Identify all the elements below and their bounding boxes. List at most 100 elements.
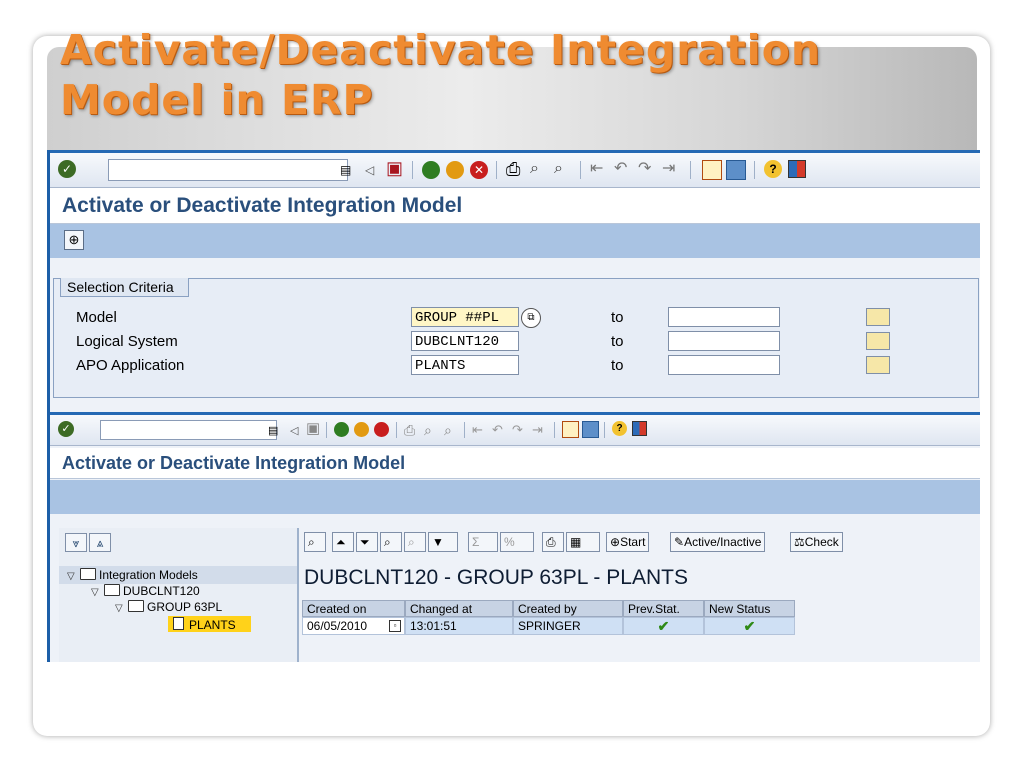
model-to-field[interactable]: [668, 307, 780, 327]
grid-caption: DUBCLNT120 - GROUP 63PL - PLANTS: [304, 566, 688, 589]
expanded-triangle-icon[interactable]: ▽: [115, 603, 126, 614]
subtotal-icon[interactable]: %: [500, 532, 534, 552]
find-next-icon-3[interactable]: ⌕: [404, 532, 426, 552]
details-icon[interactable]: ⌕: [304, 532, 326, 552]
print-icon-2[interactable]: ⎙: [404, 422, 415, 438]
new-session-icon[interactable]: [702, 160, 722, 180]
sap-window-result: ✓ ▤ ◁ ▣ ⎙ ⌕ ⌕ ⇤ ↶ ↷ ⇥ ? Activate or Deac…: [47, 412, 980, 662]
command-field-2[interactable]: [100, 420, 277, 440]
logical-system-to-label: to: [611, 333, 624, 350]
expanded-triangle-icon[interactable]: ▽: [67, 571, 78, 582]
new-session-icon-2[interactable]: [562, 421, 579, 438]
check-button[interactable]: ⚖Check: [790, 532, 843, 552]
last-page-icon-2[interactable]: ⇥: [532, 422, 543, 438]
application-toolbar-2: [50, 480, 980, 514]
back-icon[interactable]: [422, 161, 440, 179]
export-icon[interactable]: ▦: [566, 532, 600, 552]
command-history-icon-2[interactable]: ▤: [268, 423, 278, 439]
prev-status-check-icon: ✔: [657, 618, 670, 634]
find-icon-3[interactable]: ⌕: [380, 532, 402, 552]
command-field[interactable]: [108, 159, 348, 181]
left-triangle-icon[interactable]: ◁: [365, 162, 374, 178]
previous-page-icon-2[interactable]: ↶: [492, 422, 503, 438]
model-field[interactable]: GROUP ##PL: [411, 307, 519, 327]
expand-all-icon[interactable]: ⩔: [65, 533, 87, 552]
apo-application-multiple-selection-icon[interactable]: [866, 356, 890, 374]
new-status-check-icon: ✔: [743, 618, 756, 634]
help-icon[interactable]: ?: [764, 160, 782, 178]
exit-icon[interactable]: [446, 161, 464, 179]
start-button[interactable]: ⊕Start: [606, 532, 650, 552]
cell-new-status: ✔: [704, 617, 795, 635]
exit-icon-2[interactable]: [354, 422, 369, 437]
column-new-status[interactable]: New Status: [704, 600, 795, 617]
next-page-icon-2[interactable]: ↷: [512, 422, 523, 438]
cell-prev-status: ✔: [623, 617, 704, 635]
print-icon[interactable]: ⎙: [506, 160, 520, 178]
selection-criteria-title: Selection Criteria: [60, 278, 189, 297]
system-toolbar-2: ✓ ▤ ◁ ▣ ⎙ ⌕ ⌕ ⇤ ↶ ↷ ⇥ ?: [50, 412, 980, 446]
apo-application-label: APO Application: [76, 357, 185, 374]
logical-system-multiple-selection-icon[interactable]: [866, 332, 890, 350]
filter-icon[interactable]: ▼: [428, 532, 458, 552]
model-to-label: to: [611, 309, 624, 326]
column-changed-at[interactable]: Changed at: [405, 600, 513, 617]
document-icon: [173, 617, 184, 630]
previous-page-icon[interactable]: ↶: [614, 161, 627, 177]
execute-icon[interactable]: ⊕: [64, 230, 84, 250]
cancel-icon-2[interactable]: [374, 422, 389, 437]
sort-descending-icon[interactable]: ⏷: [356, 532, 378, 552]
find-next-icon[interactable]: ⌕: [554, 161, 563, 177]
find-icon[interactable]: ⌕: [530, 161, 539, 177]
apo-application-field[interactable]: PLANTS: [411, 355, 519, 375]
cell-changed-at: 13:01:51: [405, 617, 513, 635]
tree-node-group[interactable]: ▽ GROUP 63PL: [115, 600, 222, 614]
save-icon[interactable]: ▣: [386, 159, 403, 177]
first-page-icon-2[interactable]: ⇤: [472, 422, 483, 438]
cell-created-on[interactable]: 06/05/2010 ▫: [302, 617, 405, 635]
value-help-icon[interactable]: ⧉: [521, 308, 541, 328]
save-icon-2[interactable]: ▣: [306, 421, 320, 437]
logical-system-field[interactable]: DUBCLNT120: [411, 331, 519, 351]
start-icon: ⊕: [610, 535, 621, 549]
help-icon-2[interactable]: ?: [612, 421, 627, 436]
selection-criteria-box: Selection Criteria Model GROUP ##PL ⧉ to…: [53, 278, 979, 398]
find-next-icon-2[interactable]: ⌕: [444, 422, 452, 438]
back-icon-2[interactable]: [334, 422, 349, 437]
enter-checkmark-icon-2[interactable]: ✓: [58, 421, 74, 437]
enter-checkmark-icon[interactable]: ✓: [58, 160, 76, 178]
model-multiple-selection-icon[interactable]: [866, 308, 890, 326]
collapse-all-icon[interactable]: ⩓: [89, 533, 111, 552]
total-icon[interactable]: Σ: [468, 532, 498, 552]
shortcut-icon[interactable]: [726, 160, 746, 180]
column-created-on[interactable]: Created on: [302, 600, 405, 617]
shortcut-icon-2[interactable]: [582, 421, 599, 438]
command-history-icon[interactable]: ▤: [340, 162, 351, 178]
result-grid-pane: ⌕ ⏶ ⏷ ⌕ ⌕ ▼ Σ % ⎙ ▦ ⊕Start ✎Active/Inact…: [302, 528, 980, 662]
alv-toolbar: ⌕ ⏶ ⏷ ⌕ ⌕ ▼ Σ % ⎙ ▦ ⊕Start ✎Active/Inact…: [302, 528, 980, 554]
next-page-icon[interactable]: ↷: [638, 161, 651, 177]
sort-ascending-icon[interactable]: ⏶: [332, 532, 354, 552]
column-prev-status[interactable]: Prev.Stat.: [623, 600, 704, 617]
find-icon-2[interactable]: ⌕: [424, 422, 432, 438]
screen-title: Activate or Deactivate Integration Model: [50, 188, 980, 224]
print-preview-icon[interactable]: ⎙: [542, 532, 564, 552]
logical-system-to-field[interactable]: [668, 331, 780, 351]
check-icon: ⚖: [794, 535, 805, 549]
tree-node-application[interactable]: PLANTS: [173, 617, 236, 632]
left-triangle-icon-2[interactable]: ◁: [290, 423, 298, 439]
customize-layout-icon-2[interactable]: [632, 421, 647, 436]
tree-node-integration-models[interactable]: ▽ Integration Models: [67, 568, 198, 582]
last-page-icon[interactable]: ⇥: [662, 161, 675, 177]
first-page-icon[interactable]: ⇤: [590, 161, 603, 177]
tree-node-system[interactable]: ▽ DUBCLNT120: [91, 584, 200, 598]
apo-application-to-field[interactable]: [668, 355, 780, 375]
calendar-icon[interactable]: ▫: [389, 620, 401, 632]
column-created-by[interactable]: Created by: [513, 600, 623, 617]
active-inactive-button[interactable]: ✎Active/Inactive: [670, 532, 766, 552]
cancel-icon[interactable]: ✕: [470, 161, 488, 179]
customize-layout-icon[interactable]: [788, 160, 806, 178]
slide-title: Activate/Deactivate Integration Model in…: [60, 26, 822, 124]
pencil-icon: ✎: [674, 535, 685, 549]
expanded-triangle-icon[interactable]: ▽: [91, 587, 102, 598]
